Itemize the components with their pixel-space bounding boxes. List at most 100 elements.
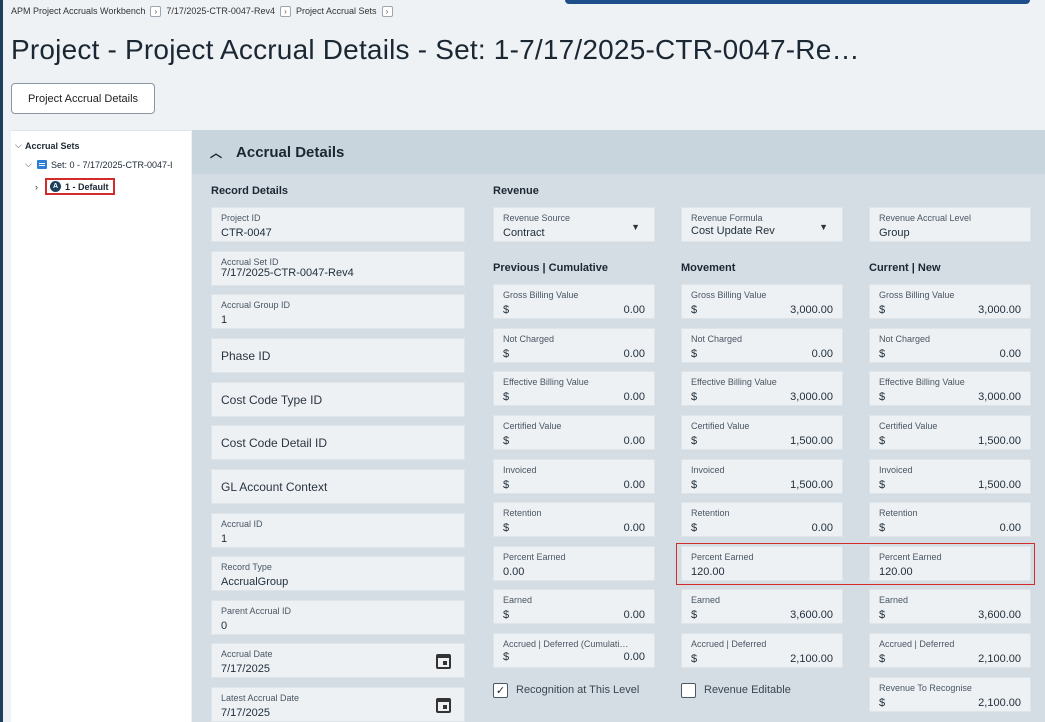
movement-percent-earned-field[interactable]: Percent Earned 120.00 [681,546,843,581]
chevron-down-icon[interactable]: ⌵ [15,140,25,151]
tree-root[interactable]: ⌵ Accrual Sets [15,140,80,151]
current-earned-field[interactable]: Earned $ 3,600.00 [869,589,1031,624]
current-invoiced-field[interactable]: Invoiced $ 1,500.00 [869,459,1031,494]
field-label: Effective Billing Value [879,377,965,387]
accrual-set-id-field[interactable]: Accrual Set ID 7/17/2025-CTR-0047-Rev4 [211,251,465,286]
current-retention-field[interactable]: Retention $ 0.00 [869,502,1031,537]
movement-retention-field[interactable]: Retention $ 0.00 [681,502,843,537]
previous-invoiced-field[interactable]: Invoiced $ 0.00 [493,459,655,494]
field-amount: 0.00 [623,435,645,447]
cost-code-type-id-field[interactable]: Cost Code Type ID [211,382,465,417]
cost-code-detail-id-field[interactable]: Cost Code Detail ID [211,425,465,460]
project-id-field[interactable]: Project ID CTR-0047 [211,207,465,242]
field-label: Record Type [221,562,272,572]
chevron-right-icon[interactable]: › [35,182,45,192]
movement-accrued-field[interactable]: Accrued | Deferred $ 2,100.00 [681,633,843,668]
tree-set-label: Set: 0 - 7/17/2025-CTR-0047-I [51,159,173,170]
accrual-group-id-field[interactable]: Accrual Group ID 1 [211,294,465,329]
previous-effective-billing-field[interactable]: Effective Billing Value $ 0.00 [493,371,655,406]
calendar-icon[interactable] [436,654,451,669]
chevron-down-icon[interactable]: ⌵ [25,159,35,170]
accrual-details-header[interactable]: ︿ Accrual Details [192,130,1045,174]
movement-invoiced-field[interactable]: Invoiced $ 1,500.00 [681,459,843,494]
field-value: AccrualGroup [221,576,289,588]
field-amount: 3,000.00 [978,391,1021,403]
field-label: Accrued | Deferred (Cumulati… [503,639,629,649]
calendar-icon[interactable] [436,698,451,713]
revenue-to-recognise-field[interactable]: Revenue To Recognise $ 2,100.00 [869,677,1031,712]
field-amount: 0.00 [623,391,645,403]
phase-id-field[interactable]: Phase ID [211,338,465,373]
field-label: Latest Accrual Date [221,693,300,703]
movement-certified-field[interactable]: Certified Value $ 1,500.00 [681,415,843,450]
breadcrumb-accrual-sets[interactable]: Project Accrual Sets [296,6,377,16]
current-gross-billing-field[interactable]: Gross Billing Value $ 3,000.00 [869,284,1031,319]
field-label: Effective Billing Value [503,377,589,387]
project-accrual-details-button[interactable]: Project Accrual Details [11,83,155,114]
revenue-formula-select[interactable]: Revenue Formula Cost Update Rev ▼ [681,207,843,242]
chevron-up-icon[interactable]: ︿ [210,144,222,161]
dropdown-arrow-icon[interactable]: ▼ [819,222,828,232]
field-value: 7/17/2025-CTR-0047-Rev4 [221,267,354,279]
page-title: Project - Project Accrual Details - Set:… [11,34,860,65]
field-amount: 0.00 [999,348,1021,360]
latest-accrual-date-field[interactable]: Latest Accrual Date 7/17/2025 [211,687,465,722]
dropdown-arrow-icon[interactable]: ▼ [631,222,640,232]
field-label: Revenue Formula [691,213,763,223]
currency-symbol: $ [503,522,510,534]
accrual-date-field[interactable]: Accrual Date 7/17/2025 [211,643,465,678]
accrual-id-field[interactable]: Accrual ID 1 [211,513,465,548]
breadcrumb-accrual-set[interactable]: 7/17/2025-CTR-0047-Rev4 [166,6,275,16]
record-details-title: Record Details [211,185,289,197]
checkbox-label: Recognition at This Level [516,684,640,696]
currency-symbol: $ [691,653,698,665]
current-effective-billing-field[interactable]: Effective Billing Value $ 3,000.00 [869,371,1031,406]
gl-account-context-field[interactable]: GL Account Context [211,469,465,504]
field-label: GL Account Context [221,479,328,494]
chevron-right-icon[interactable]: › [150,5,162,17]
revenue-editable-checkbox[interactable]: Revenue Editable [681,683,791,698]
revenue-source-select[interactable]: Revenue Source Contract ▼ [493,207,655,242]
movement-gross-billing-field[interactable]: Gross Billing Value $ 3,000.00 [681,284,843,319]
field-label: Not Charged [503,334,555,344]
movement-earned-field[interactable]: Earned $ 3,600.00 [681,589,843,624]
chevron-right-icon[interactable]: › [279,5,291,17]
currency-symbol: $ [879,522,886,534]
recognition-at-level-checkbox[interactable]: ✓ Recognition at This Level [493,683,663,698]
field-label: Retention [879,508,918,518]
current-certified-field[interactable]: Certified Value $ 1,500.00 [869,415,1031,450]
current-accrued-field[interactable]: Accrued | Deferred $ 2,100.00 [869,633,1031,668]
check-icon[interactable]: ✓ [493,683,508,698]
previous-not-charged-field[interactable]: Not Charged $ 0.00 [493,328,655,363]
revenue-accrual-level-field[interactable]: Revenue Accrual Level Group [869,207,1031,242]
previous-percent-earned-field[interactable]: Percent Earned 0.00 [493,546,655,581]
checkbox-empty[interactable] [681,683,696,698]
current-not-charged-field[interactable]: Not Charged $ 0.00 [869,328,1031,363]
previous-accrued-field[interactable]: Accrued | Deferred (Cumulati… $ 0.00 [493,633,655,668]
movement-not-charged-field[interactable]: Not Charged $ 0.00 [681,328,843,363]
breadcrumb: APM Project Accruals Workbench › 7/17/20… [11,3,398,19]
record-type-field[interactable]: Record Type AccrualGroup [211,556,465,591]
previous-retention-field[interactable]: Retention $ 0.00 [493,502,655,537]
previous-earned-field[interactable]: Earned $ 0.00 [493,589,655,624]
movement-effective-billing-field[interactable]: Effective Billing Value $ 3,000.00 [681,371,843,406]
currency-symbol: $ [691,522,698,534]
currency-symbol: $ [691,391,698,403]
tree-item-default[interactable]: › A 1 - Default [35,178,115,195]
currency-symbol: $ [691,304,698,316]
chevron-right-icon[interactable]: › [381,5,393,17]
currency-symbol: $ [503,435,510,447]
previous-gross-billing-field[interactable]: Gross Billing Value $ 0.00 [493,284,655,319]
breadcrumb-workbench[interactable]: APM Project Accruals Workbench [11,6,145,16]
parent-accrual-id-field[interactable]: Parent Accrual ID 0 [211,600,465,635]
currency-symbol: $ [879,697,886,709]
current-percent-earned-field[interactable]: Percent Earned 120.00 [869,546,1031,581]
field-label: Revenue Accrual Level [879,213,972,223]
selected-tree-item[interactable]: A 1 - Default [45,178,115,195]
field-label: Project ID [221,213,261,223]
previous-certified-field[interactable]: Certified Value $ 0.00 [493,415,655,450]
field-amount: 3,000.00 [790,391,833,403]
currency-symbol: $ [503,609,510,621]
field-label: Percent Earned [879,552,942,562]
tree-set[interactable]: ⌵ Set: 0 - 7/17/2025-CTR-0047-I [25,159,173,170]
